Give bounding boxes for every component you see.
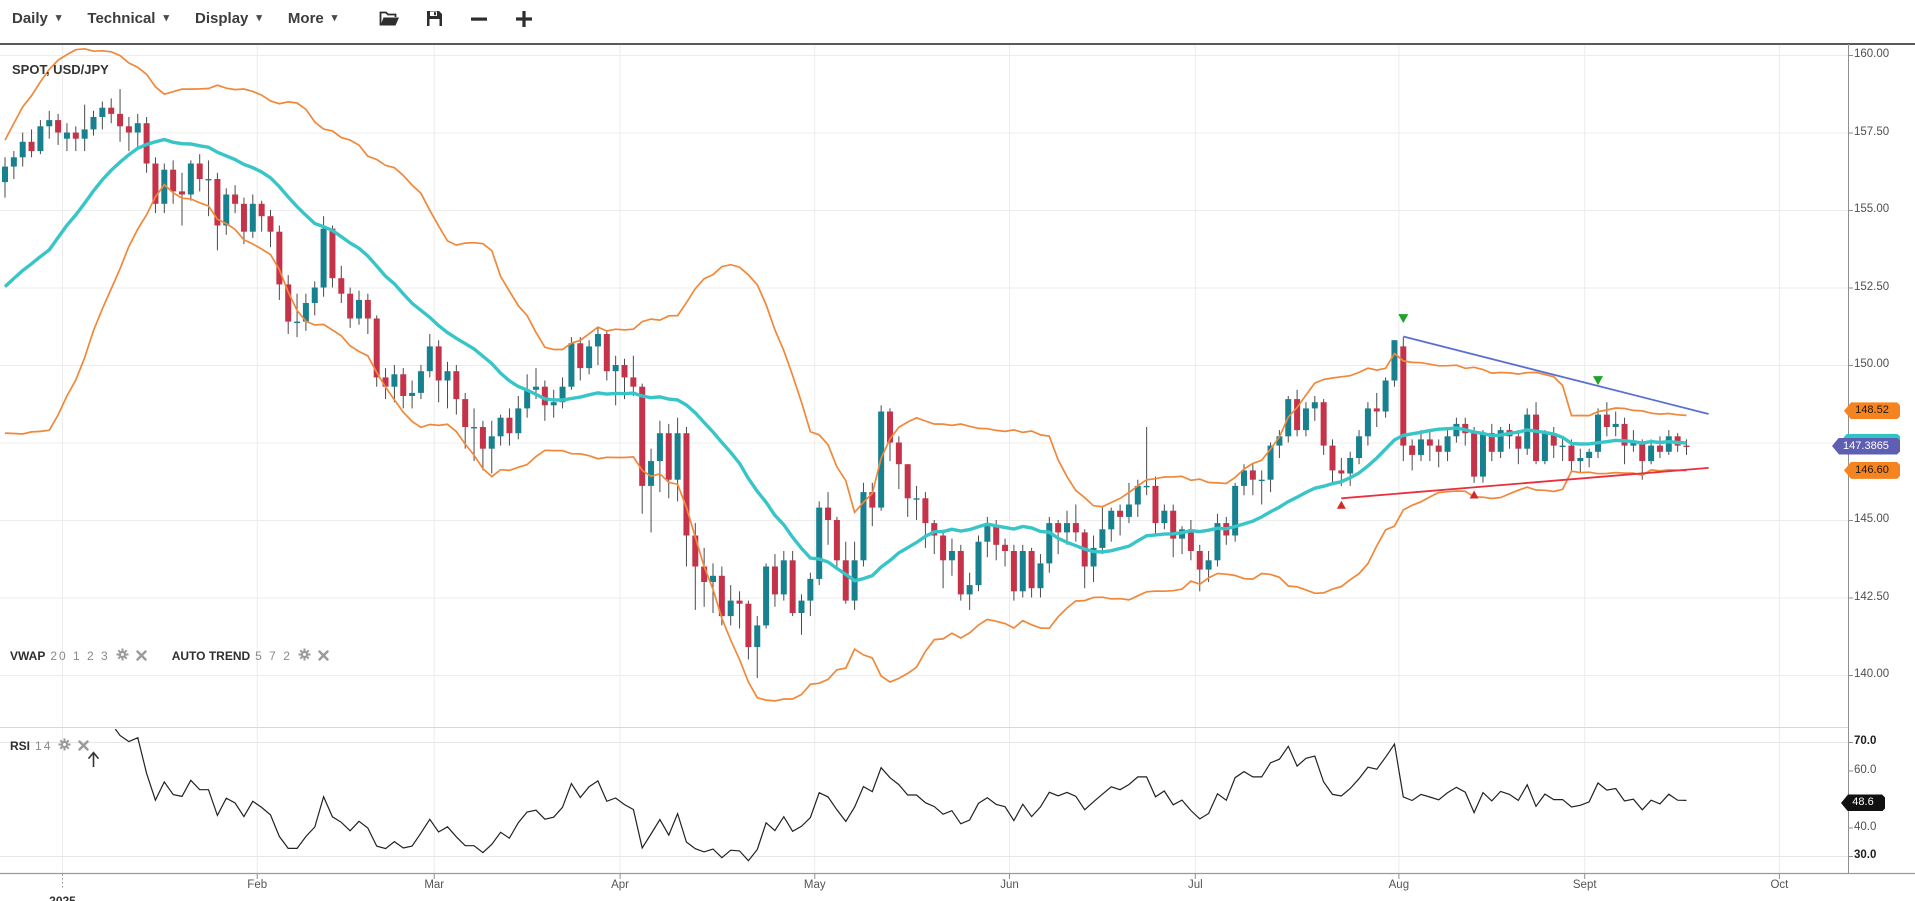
auto-trend-legend-params: 5 7 2: [255, 649, 292, 663]
close-icon: [136, 649, 147, 664]
cursor-arrow-icon: [89, 753, 99, 768]
vwap-legend-name: VWAP: [10, 649, 45, 663]
price-axis-label: 140.00: [1854, 668, 1889, 680]
auto-trend-remove-button[interactable]: [318, 649, 329, 664]
rsi-axis-label: 40.0: [1854, 821, 1876, 833]
trading-chart-app: Daily ▾ Technical ▾ Display ▾ More ▾: [0, 0, 1915, 901]
month-label: Sept: [1573, 879, 1597, 891]
month-label: Aug: [1389, 879, 1409, 891]
gear-icon: [116, 648, 129, 664]
rsi-axis-label: 30.0: [1854, 849, 1876, 861]
rsi-legend-name: RSI: [10, 739, 30, 753]
sell-signal-icon: [1398, 314, 1408, 323]
price-axis-label: 157.50: [1854, 126, 1889, 138]
auto-trend-legend-name: AUTO TREND: [172, 649, 250, 663]
vwap-settings-button[interactable]: [116, 648, 129, 664]
sell-signal-icon: [1593, 376, 1603, 385]
lower-band-badge: 146.60: [1844, 462, 1900, 479]
month-label: Jun: [1000, 879, 1019, 891]
month-label: Mar: [424, 879, 444, 891]
price-axis-label: 150.00: [1854, 358, 1889, 370]
main-indicator-legend: VWAP 20 1 2 3 AUTO TREND 5 7 2: [10, 648, 330, 664]
month-label: Feb: [247, 879, 267, 891]
last-price-badge: 147.3865: [1832, 438, 1900, 455]
rsi-indicator-legend: RSI 14: [10, 738, 90, 754]
price-axis-label: 160.00: [1854, 48, 1889, 60]
month-label: Oct: [1770, 879, 1788, 891]
rsi-settings-button[interactable]: [58, 738, 71, 754]
vwap-legend-params: 20 1 2 3: [50, 649, 109, 663]
close-icon: [78, 739, 89, 754]
rsi-value-badge: 48.6: [1841, 794, 1885, 811]
symbol-label: SPOT, USD/JPY: [12, 62, 109, 77]
auto-trend-settings-button[interactable]: [298, 648, 311, 664]
price-axis-label: 142.50: [1854, 591, 1889, 603]
rsi-legend-params: 14: [35, 739, 52, 753]
close-icon: [318, 649, 329, 664]
rsi-axis-label: 60.0: [1854, 764, 1876, 776]
upper-band-badge: 148.52: [1844, 402, 1900, 419]
price-axis-label: 152.50: [1854, 281, 1889, 293]
buy-signal-icon: [1337, 501, 1346, 509]
price-axis-label: 145.00: [1854, 513, 1889, 525]
month-label: Apr: [611, 879, 629, 891]
rsi-remove-button[interactable]: [78, 739, 89, 754]
vwap-remove-button[interactable]: [136, 649, 147, 664]
rsi-axis-label: 70.0: [1854, 735, 1876, 747]
gear-icon: [58, 738, 71, 754]
price-axis-label: 155.00: [1854, 203, 1889, 215]
year-label: 2025: [49, 894, 76, 901]
chart-plot-area[interactable]: [0, 0, 1915, 901]
month-label: May: [804, 879, 826, 891]
gear-icon: [298, 648, 311, 664]
month-label: Jul: [1188, 879, 1203, 891]
